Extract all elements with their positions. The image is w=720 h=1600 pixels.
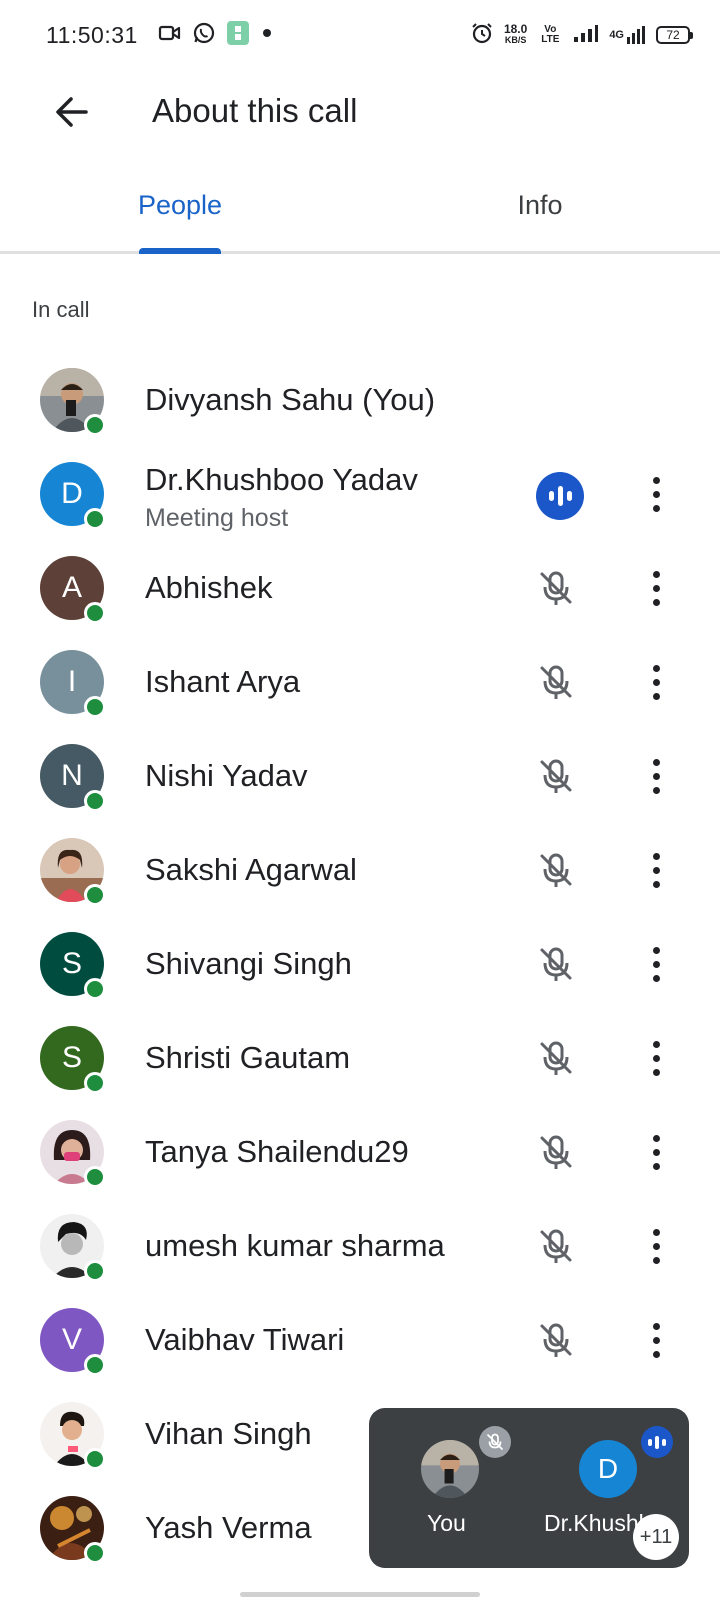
mic-off-icon <box>534 1036 578 1080</box>
more-options-button[interactable] <box>638 938 674 990</box>
online-indicator <box>84 602 106 624</box>
pip-host-avatar: D <box>579 1440 637 1498</box>
mic-off-icon <box>534 754 578 798</box>
home-indicator[interactable] <box>240 1592 480 1597</box>
online-indicator <box>84 1260 106 1282</box>
participant-name: Ishant Arya <box>145 664 301 699</box>
participant-row[interactable]: V Vaibhav Tiwari <box>0 1292 720 1388</box>
participant-role: Meeting host <box>145 504 289 532</box>
whatsapp-icon <box>192 21 216 50</box>
more-options-button[interactable] <box>638 656 674 708</box>
online-indicator <box>84 1448 106 1470</box>
participant-row[interactable]: Divyansh Sahu (You) <box>0 352 720 448</box>
participant-name: Divyansh Sahu (You) <box>145 382 436 417</box>
online-indicator <box>84 1072 106 1094</box>
floating-call-preview[interactable]: You D Dr.Khushboo +11 <box>369 1408 689 1568</box>
participant-row[interactable]: Sakshi Agarwal <box>0 822 720 918</box>
online-indicator <box>84 508 106 530</box>
participant-row[interactable]: umesh kumar sharma <box>0 1198 720 1294</box>
page-title: About this call <box>152 92 358 129</box>
speaking-indicator-icon <box>641 1426 673 1458</box>
online-indicator <box>84 790 106 812</box>
video-icon <box>158 23 182 48</box>
status-notification-icons <box>158 20 274 51</box>
participant-name: Vihan Singh <box>145 1416 312 1451</box>
tab-bar: People Info <box>0 170 720 254</box>
signal-4g-icon: 4G <box>609 25 646 45</box>
participant-name: Tanya Shailendu29 <box>145 1134 409 1169</box>
more-participants-badge: +11 <box>633 1514 679 1560</box>
mic-off-icon <box>534 566 578 610</box>
volte-indicator: Vo LTE <box>541 24 560 45</box>
more-options-button[interactable] <box>638 1314 674 1366</box>
dot-icon <box>260 26 274 45</box>
more-options-button[interactable] <box>638 1220 674 1272</box>
status-bar: 11:50:31 18.0 KB/S Vo LTE 4G 72 <box>0 0 720 72</box>
pip-self-label: You <box>427 1510 466 1536</box>
mic-off-icon <box>534 1224 578 1268</box>
participant-row[interactable]: S Shivangi Singh <box>0 916 720 1012</box>
participant-name: umesh kumar sharma <box>145 1228 445 1263</box>
alarm-icon <box>470 21 494 50</box>
participant-row[interactable]: D Dr.Khushboo Yadav Meeting host <box>0 446 720 542</box>
participant-row[interactable]: I Ishant Arya <box>0 634 720 730</box>
more-options-button[interactable] <box>638 1032 674 1084</box>
online-indicator <box>84 1166 106 1188</box>
online-indicator <box>84 696 106 718</box>
active-tab-indicator <box>139 248 221 254</box>
app-icon <box>226 20 250 51</box>
mic-off-icon <box>534 1130 578 1174</box>
participant-row[interactable]: Tanya Shailendu29 <box>0 1104 720 1200</box>
more-options-button[interactable] <box>638 844 674 896</box>
app-bar: About this call <box>0 72 720 152</box>
participant-name: Nishi Yadav <box>145 758 308 793</box>
participant-row[interactable]: A Abhishek <box>0 540 720 636</box>
tab-info[interactable]: Info <box>460 170 620 254</box>
mic-off-icon <box>534 1318 578 1362</box>
participant-name: Shivangi Singh <box>145 946 352 981</box>
mic-off-icon <box>534 848 578 892</box>
participant-row[interactable]: S Shristi Gautam <box>0 1010 720 1106</box>
participant-row[interactable]: N Nishi Yadav <box>0 728 720 824</box>
back-button[interactable] <box>48 88 96 136</box>
more-options-button[interactable] <box>638 562 674 614</box>
status-system-icons: 18.0 KB/S Vo LTE 4G 72 <box>470 20 693 50</box>
online-indicator <box>84 978 106 1000</box>
tab-people[interactable]: People <box>100 170 260 254</box>
online-indicator <box>84 414 106 436</box>
online-indicator <box>84 1542 106 1564</box>
network-speed: 18.0 KB/S <box>503 22 528 45</box>
speaking-indicator-icon <box>536 472 584 520</box>
signal-icon <box>573 23 599 48</box>
online-indicator <box>84 1354 106 1376</box>
pip-self-avatar <box>421 1440 479 1498</box>
more-options-button[interactable] <box>638 750 674 802</box>
more-options-button[interactable] <box>638 1126 674 1178</box>
participant-name: Dr.Khushboo Yadav <box>145 462 418 497</box>
participant-name: Sakshi Agarwal <box>145 852 357 887</box>
more-options-button[interactable] <box>638 468 674 520</box>
mic-off-icon <box>534 660 578 704</box>
section-label-in-call: In call <box>32 297 90 322</box>
participant-name: Shristi Gautam <box>145 1040 351 1075</box>
mic-off-icon <box>479 1426 511 1458</box>
participant-name: Yash Verma <box>145 1510 312 1545</box>
participant-name: Vaibhav Tiwari <box>145 1322 345 1357</box>
arrow-back-icon <box>56 97 88 127</box>
participant-name: Abhishek <box>145 570 273 605</box>
battery-icon: 72 <box>656 26 693 44</box>
mic-off-icon <box>534 942 578 986</box>
online-indicator <box>84 884 106 906</box>
status-time: 11:50:31 <box>46 22 138 48</box>
